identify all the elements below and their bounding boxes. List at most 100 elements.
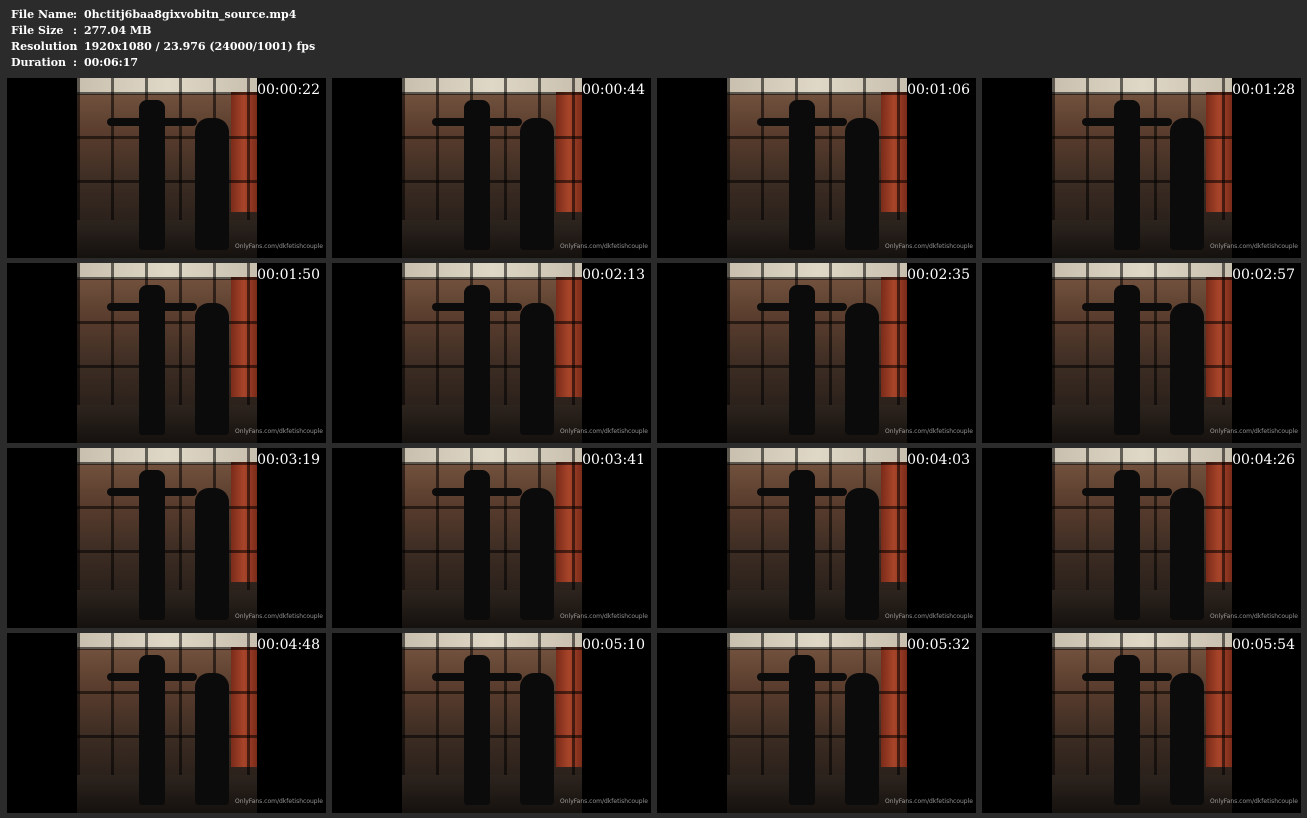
- floor: [727, 220, 907, 258]
- figure-second: [1170, 673, 1204, 805]
- floor: [77, 405, 257, 443]
- video-thumbnail[interactable]: OnlyFans.com/dkfetishcouple 00:00:22: [7, 78, 326, 258]
- video-thumbnail[interactable]: OnlyFans.com/dkfetishcouple 00:05:54: [982, 633, 1301, 813]
- thumbnail-timestamp: 00:05:10: [582, 637, 645, 653]
- video-thumbnail[interactable]: OnlyFans.com/dkfetishcouple 00:04:48: [7, 633, 326, 813]
- thumbnail-timestamp: 00:04:48: [257, 637, 320, 653]
- figure-standing: [789, 655, 815, 805]
- floor: [77, 590, 257, 628]
- video-thumbnail[interactable]: OnlyFans.com/dkfetishcouple 00:03:19: [7, 448, 326, 628]
- video-thumbnail[interactable]: OnlyFans.com/dkfetishcouple 00:01:28: [982, 78, 1301, 258]
- thumbnail-frame-image: [402, 448, 582, 628]
- thumbnail-frame-image: [402, 633, 582, 813]
- watermark-text: OnlyFans.com/dkfetishcouple: [1210, 243, 1298, 250]
- figure-second: [195, 673, 229, 805]
- floor: [727, 590, 907, 628]
- file-size-value: 277.04 MB: [84, 24, 152, 37]
- thumbnail-frame-image: [77, 448, 257, 628]
- thumbnail-timestamp: 00:01:28: [1232, 82, 1295, 98]
- watermark-text: OnlyFans.com/dkfetishcouple: [560, 613, 648, 620]
- figure-standing: [139, 100, 165, 250]
- video-thumbnail[interactable]: OnlyFans.com/dkfetishcouple 00:05:32: [657, 633, 976, 813]
- thumbnail-timestamp: 00:04:03: [907, 452, 970, 468]
- video-thumbnail[interactable]: OnlyFans.com/dkfetishcouple 00:02:35: [657, 263, 976, 443]
- duration-separator: :: [73, 56, 78, 69]
- file-size-row: File Size : 277.04 MB: [11, 23, 315, 39]
- watermark-text: OnlyFans.com/dkfetishcouple: [1210, 613, 1298, 620]
- thumbnail-frame-image: [1052, 263, 1232, 443]
- watermark-text: OnlyFans.com/dkfetishcouple: [885, 243, 973, 250]
- thumbnail-timestamp: 00:05:54: [1232, 637, 1295, 653]
- figure-standing: [789, 100, 815, 250]
- file-size-label: File Size: [11, 24, 64, 37]
- thumbnail-frame-image: [77, 263, 257, 443]
- floor: [402, 775, 582, 813]
- thumbnail-timestamp: 00:02:35: [907, 267, 970, 283]
- figure-standing: [464, 470, 490, 620]
- watermark-text: OnlyFans.com/dkfetishcouple: [885, 613, 973, 620]
- thumbnail-timestamp: 00:01:50: [257, 267, 320, 283]
- video-thumbnail[interactable]: OnlyFans.com/dkfetishcouple 00:04:03: [657, 448, 976, 628]
- resolution-row: Resolution : 1920x1080 / 23.976 (24000/1…: [11, 39, 315, 55]
- figure-second: [195, 118, 229, 250]
- duration-row: Duration : 00:06:17: [11, 55, 315, 71]
- video-thumbnail[interactable]: OnlyFans.com/dkfetishcouple 00:05:10: [332, 633, 651, 813]
- watermark-text: OnlyFans.com/dkfetishcouple: [885, 428, 973, 435]
- floor: [1052, 775, 1232, 813]
- floor: [1052, 405, 1232, 443]
- figure-standing: [139, 285, 165, 435]
- file-name-value: 0hctitj6baa8gixvobitn_source.mp4: [84, 8, 297, 21]
- thumbnail-frame-image: [402, 78, 582, 258]
- video-thumbnail[interactable]: OnlyFans.com/dkfetishcouple 00:00:44: [332, 78, 651, 258]
- thumbnail-frame-image: [727, 263, 907, 443]
- figure-second: [1170, 118, 1204, 250]
- figure-second: [845, 118, 879, 250]
- video-thumbnail[interactable]: OnlyFans.com/dkfetishcouple 00:01:06: [657, 78, 976, 258]
- video-thumbnail[interactable]: OnlyFans.com/dkfetishcouple 00:03:41: [332, 448, 651, 628]
- video-thumbnail[interactable]: OnlyFans.com/dkfetishcouple 00:02:57: [982, 263, 1301, 443]
- floor: [727, 775, 907, 813]
- figure-standing: [1114, 470, 1140, 620]
- figure-second: [845, 488, 879, 620]
- thumbnail-frame-image: [1052, 633, 1232, 813]
- thumbnail-timestamp: 00:05:32: [907, 637, 970, 653]
- thumbnail-frame-image: [727, 78, 907, 258]
- figure-standing: [1114, 100, 1140, 250]
- file-name-row: File Name : 0hctitj6baa8gixvobitn_source…: [11, 7, 315, 23]
- figure-standing: [464, 285, 490, 435]
- figure-second: [520, 488, 554, 620]
- figure-second: [845, 303, 879, 435]
- figure-second: [1170, 488, 1204, 620]
- duration-label: Duration: [11, 56, 67, 69]
- figure-standing: [139, 655, 165, 805]
- floor: [77, 220, 257, 258]
- thumbnail-timestamp: 00:04:26: [1232, 452, 1295, 468]
- figure-standing: [789, 470, 815, 620]
- video-thumbnail[interactable]: OnlyFans.com/dkfetishcouple 00:02:13: [332, 263, 651, 443]
- watermark-text: OnlyFans.com/dkfetishcouple: [235, 613, 323, 620]
- thumbnail-timestamp: 00:00:44: [582, 82, 645, 98]
- watermark-text: OnlyFans.com/dkfetishcouple: [560, 428, 648, 435]
- thumbnail-frame-image: [727, 633, 907, 813]
- thumbnail-grid: OnlyFans.com/dkfetishcouple 00:00:22 OnlyF…: [7, 78, 1301, 813]
- watermark-text: OnlyFans.com/dkfetishcouple: [235, 243, 323, 250]
- watermark-text: OnlyFans.com/dkfetishcouple: [560, 798, 648, 805]
- figure-second: [195, 488, 229, 620]
- thumbnail-timestamp: 00:02:57: [1232, 267, 1295, 283]
- floor: [402, 405, 582, 443]
- file-name-separator: :: [73, 8, 78, 21]
- figure-standing: [1114, 655, 1140, 805]
- figure-standing: [139, 470, 165, 620]
- floor: [402, 220, 582, 258]
- watermark-text: OnlyFans.com/dkfetishcouple: [1210, 798, 1298, 805]
- floor: [77, 775, 257, 813]
- resolution-value: 1920x1080 / 23.976 (24000/1001) fps: [84, 40, 316, 53]
- figure-second: [845, 673, 879, 805]
- video-thumbnail[interactable]: OnlyFans.com/dkfetishcouple 00:01:50: [7, 263, 326, 443]
- figure-second: [520, 303, 554, 435]
- video-thumbnail[interactable]: OnlyFans.com/dkfetishcouple 00:04:26: [982, 448, 1301, 628]
- figure-second: [520, 673, 554, 805]
- figure-standing: [464, 655, 490, 805]
- watermark-text: OnlyFans.com/dkfetishcouple: [1210, 428, 1298, 435]
- resolution-label: Resolution: [11, 40, 78, 53]
